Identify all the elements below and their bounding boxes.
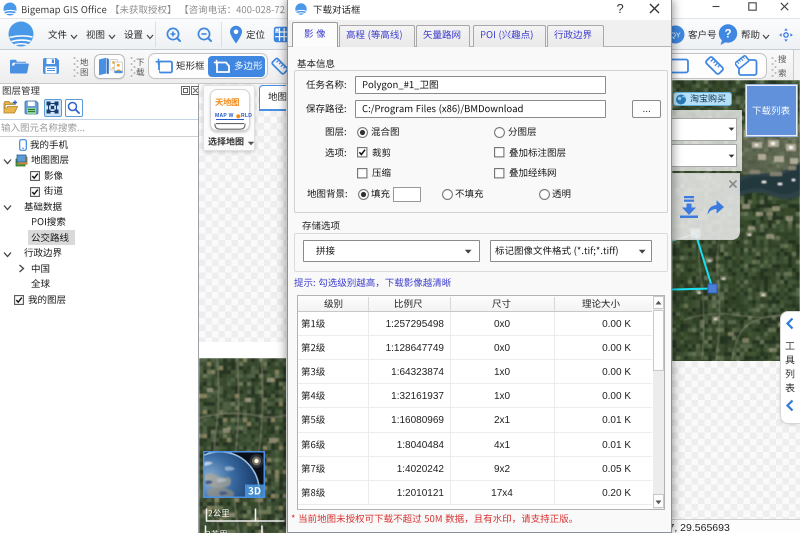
- svg-text:QY: QY: [670, 33, 680, 40]
- svg-text:?: ?: [724, 29, 731, 41]
